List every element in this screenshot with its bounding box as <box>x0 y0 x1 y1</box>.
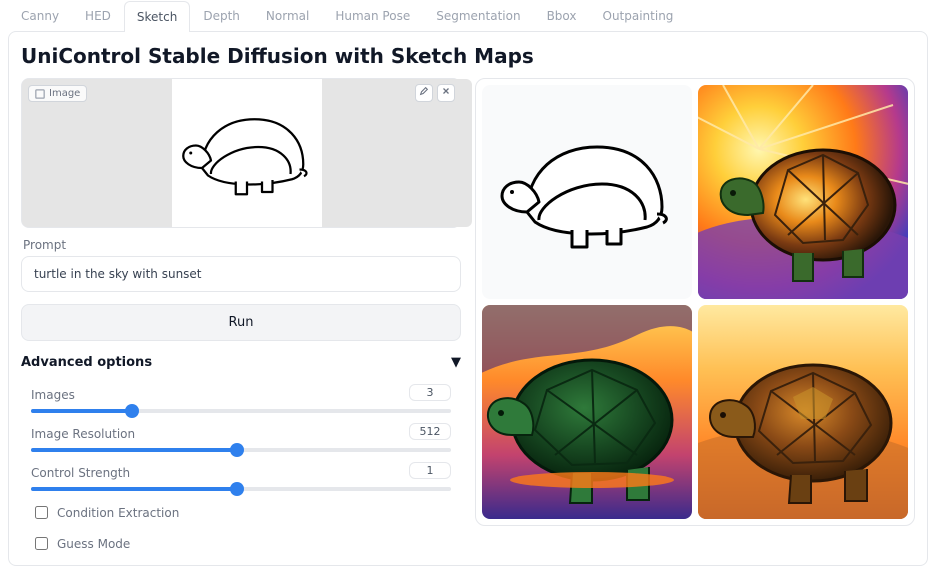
checkbox-guess-mode[interactable]: Guess Mode <box>31 534 451 553</box>
run-button[interactable]: Run <box>21 304 461 341</box>
image-input[interactable]: Image <box>21 78 461 228</box>
caret-icon: ▼ <box>451 355 461 370</box>
slider-control-strength[interactable]: Control Strength1 <box>31 462 451 491</box>
tab-normal[interactable]: Normal <box>253 0 322 31</box>
prompt-label: Prompt <box>23 238 459 252</box>
slider-thumb[interactable] <box>230 482 244 496</box>
gallery-item-sketch[interactable] <box>482 85 692 299</box>
edit-button[interactable] <box>415 84 433 102</box>
image-icon <box>35 89 45 99</box>
tab-human-pose[interactable]: Human Pose <box>322 0 423 31</box>
tab-panel: UniControl Stable Diffusion with Sketch … <box>8 31 928 566</box>
tab-bbox[interactable]: Bbox <box>534 0 590 31</box>
output-gallery[interactable] <box>475 78 915 526</box>
tab-hed[interactable]: HED <box>72 0 124 31</box>
uploaded-sketch <box>172 79 322 227</box>
tab-outpainting[interactable]: Outpainting <box>590 0 687 31</box>
edit-icon <box>419 86 429 96</box>
slider-thumb[interactable] <box>125 404 139 418</box>
checkbox-condition-extraction[interactable]: Condition Extraction <box>31 503 451 522</box>
clear-button[interactable] <box>437 84 455 102</box>
image-chip: Image <box>28 85 87 102</box>
tab-canny[interactable]: Canny <box>8 0 72 31</box>
left-column: Image <box>21 78 461 553</box>
advanced-toggle[interactable]: Advanced options ▼ <box>21 355 461 370</box>
gallery-item-2[interactable] <box>482 305 692 519</box>
slider-value: 3 <box>409 384 451 401</box>
advanced-options: Advanced options ▼ Images3 Image Resoluti… <box>21 355 461 553</box>
close-icon <box>441 86 451 96</box>
gallery-item-3[interactable] <box>698 305 908 519</box>
right-column <box>475 78 915 553</box>
prompt-input[interactable]: turtle in the sky with sunset <box>21 256 461 292</box>
tab-segmentation[interactable]: Segmentation <box>423 0 533 31</box>
slider-thumb[interactable] <box>230 443 244 457</box>
tabs: CannyHEDSketchDepthNormalHuman PoseSegme… <box>0 0 936 31</box>
slider-image-resolution[interactable]: Image Resolution512 <box>31 423 451 452</box>
slider-value: 512 <box>409 423 451 440</box>
slider-value: 1 <box>409 462 451 479</box>
slider-images[interactable]: Images3 <box>31 384 451 413</box>
tab-sketch[interactable]: Sketch <box>124 1 190 32</box>
tab-depth[interactable]: Depth <box>190 0 253 31</box>
gallery-item-1[interactable] <box>698 85 908 299</box>
page-title: UniControl Stable Diffusion with Sketch … <box>21 44 915 68</box>
